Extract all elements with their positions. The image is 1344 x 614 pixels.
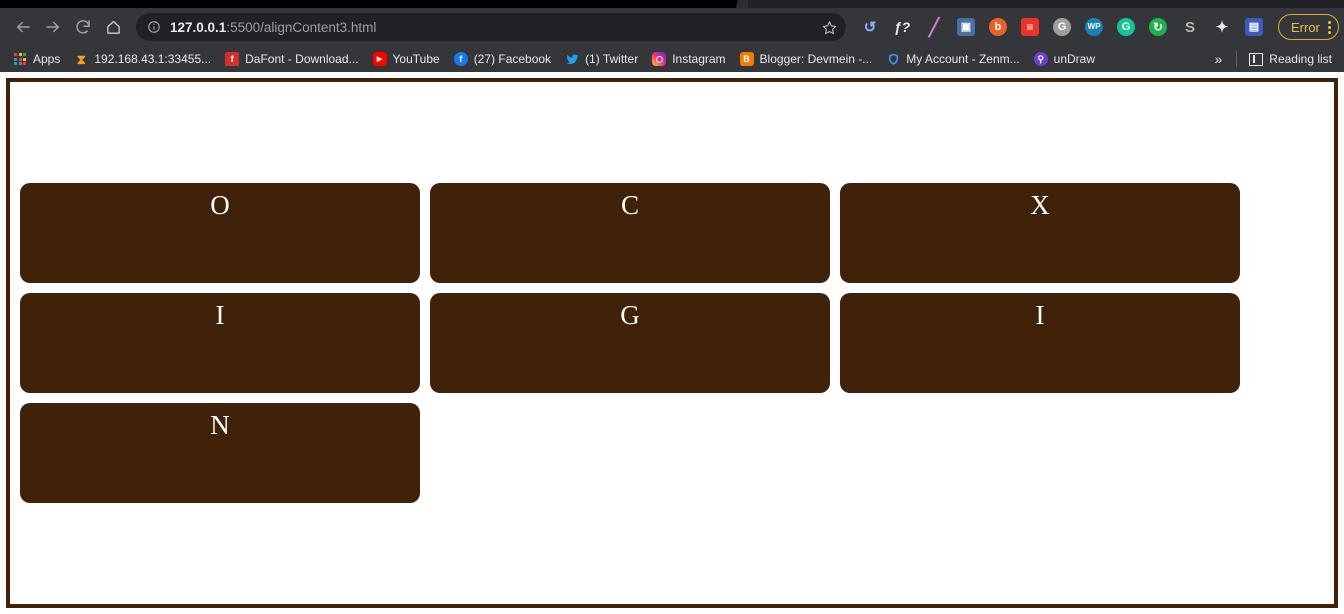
address-bar[interactable]: 127.0.0.1:5500/alignContent3.html <box>136 13 846 41</box>
browser-tab[interactable] <box>0 0 735 8</box>
youtube-icon: ▶ <box>372 52 387 66</box>
flex-container: O C X I G I N <box>6 78 1338 608</box>
bookmark-youtube[interactable]: ▶ YouTube <box>366 48 447 70</box>
extension-icon-3[interactable]: ▣ <box>952 12 980 42</box>
tab-strip <box>0 0 1344 8</box>
error-label: Error <box>1291 19 1320 35</box>
flex-item: I <box>20 293 420 393</box>
marker-pen-icon: ╱ <box>928 17 940 37</box>
extension-icon-6[interactable]: G <box>1048 12 1076 42</box>
browser-window: 127.0.0.1:5500/alignContent3.html ↺ ƒ? ╱… <box>0 0 1344 614</box>
reading-list-button[interactable]: Reading list <box>1243 52 1338 66</box>
reading-list-icon <box>1249 52 1264 66</box>
bookmark-apps[interactable]: Apps <box>6 48 67 70</box>
wordpress-icon: WP <box>1085 18 1103 36</box>
extension-icon-10[interactable]: S <box>1176 12 1204 42</box>
forward-button[interactable] <box>38 12 68 42</box>
devtools-icon: ▤ <box>1245 18 1263 36</box>
bookmark-blogger[interactable]: B Blogger: Devmein -... <box>733 48 880 70</box>
bookmark-facebook[interactable]: f (27) Facebook <box>447 48 558 70</box>
bookmark-zenmate[interactable]: My Account - Zenm... <box>879 48 1026 70</box>
site-information-icon[interactable] <box>146 19 162 35</box>
bookmark-instagram[interactable]: Instagram <box>645 48 732 70</box>
stylus-icon: ≡ <box>1021 18 1039 36</box>
math-function-icon: ƒ? <box>893 19 911 35</box>
bookmark-label: DaFont - Download... <box>245 52 359 66</box>
url-host: 127.0.0.1 <box>170 19 227 35</box>
tab-edge <box>728 0 748 8</box>
puzzle-icon: ✦ <box>1215 18 1229 36</box>
bookmark-dafont[interactable]: f DaFont - Download... <box>218 48 365 70</box>
extension-icon-8[interactable]: G <box>1112 12 1140 42</box>
sync-icon: ↻ <box>1149 18 1167 36</box>
bookmark-label: unDraw <box>1053 52 1095 66</box>
flex-item: C <box>430 183 830 283</box>
home-button[interactable] <box>98 12 128 42</box>
extension-icon-12[interactable]: ▤ <box>1240 12 1268 42</box>
history-rewind-icon: ↺ <box>863 18 877 36</box>
page-viewport: O C X I G I N <box>0 72 1344 614</box>
url-path: :5500/alignContent3.html <box>226 19 377 35</box>
bookmark-label: My Account - Zenm... <box>906 52 1020 66</box>
extension-icon-11[interactable]: ✦ <box>1208 12 1236 42</box>
flex-item: X <box>840 183 1240 283</box>
extension-icon-0[interactable]: ↺ <box>856 12 884 42</box>
flex-item: N <box>20 403 420 503</box>
bookmark-twitter[interactable]: (1) Twitter <box>558 48 645 70</box>
blogger-icon: B <box>739 52 754 66</box>
bookmark-label: Instagram <box>672 52 726 66</box>
reading-list-label: Reading list <box>1269 52 1332 66</box>
apps-grid-icon <box>13 52 27 66</box>
extensions-tray: ↺ ƒ? ╱ ▣ b ≡ G WP G ↻ S ✦ ▤ Error <box>856 12 1339 42</box>
bookmark-undraw[interactable]: ⚲ unDraw <box>1027 48 1102 70</box>
extension-icon-2[interactable]: ╱ <box>920 12 948 42</box>
star-icon[interactable] <box>818 16 840 38</box>
extension-icon-5[interactable]: ≡ <box>1016 12 1044 42</box>
extension-icon-4[interactable]: b <box>984 12 1012 42</box>
screenshot-icon: ▣ <box>957 18 975 36</box>
browser-toolbar: 127.0.0.1:5500/alignContent3.html ↺ ƒ? ╱… <box>0 8 1344 46</box>
back-button[interactable] <box>8 12 38 42</box>
bitwarden-icon: b <box>989 18 1007 36</box>
xampp-icon: ⧗ <box>76 51 86 67</box>
bookmark-local-server[interactable]: ⧗ 192.168.43.1:33455... <box>67 48 218 70</box>
grammarly-icon: G <box>1117 18 1135 36</box>
extension-icon-9[interactable]: ↻ <box>1144 12 1172 42</box>
extension-icon-7[interactable]: WP <box>1080 12 1108 42</box>
flex-item: I <box>840 293 1240 393</box>
sass-icon: S <box>1184 18 1195 36</box>
undraw-icon: ⚲ <box>1033 52 1048 66</box>
bookmark-label: (1) Twitter <box>585 52 639 66</box>
flex-item: O <box>20 183 420 283</box>
shield-icon <box>886 52 900 66</box>
three-dot-menu-icon[interactable] <box>1327 20 1332 34</box>
reload-button[interactable] <box>68 12 98 42</box>
bookmarks-divider <box>1236 51 1238 67</box>
bookmark-label: Apps <box>33 52 61 66</box>
error-button[interactable]: Error <box>1278 14 1339 40</box>
instagram-icon <box>652 52 667 66</box>
bookmark-label: 192.168.43.1:33455... <box>94 52 212 66</box>
grey-circle-icon: G <box>1053 18 1071 36</box>
dafont-icon: f <box>225 52 240 66</box>
twitter-icon <box>565 52 579 66</box>
extension-icon-1[interactable]: ƒ? <box>888 12 916 42</box>
facebook-icon: f <box>453 52 468 66</box>
bookmark-label: Blogger: Devmein -... <box>759 52 873 66</box>
bookmarks-overflow-chevron[interactable]: » <box>1207 51 1231 67</box>
bookmark-label: YouTube <box>392 52 440 66</box>
bookmarks-bar: Apps ⧗ 192.168.43.1:33455... f DaFont - … <box>0 46 1344 72</box>
bookmark-label: (27) Facebook <box>473 52 552 66</box>
flex-item: G <box>430 293 830 393</box>
url-text: 127.0.0.1:5500/alignContent3.html <box>170 20 818 35</box>
